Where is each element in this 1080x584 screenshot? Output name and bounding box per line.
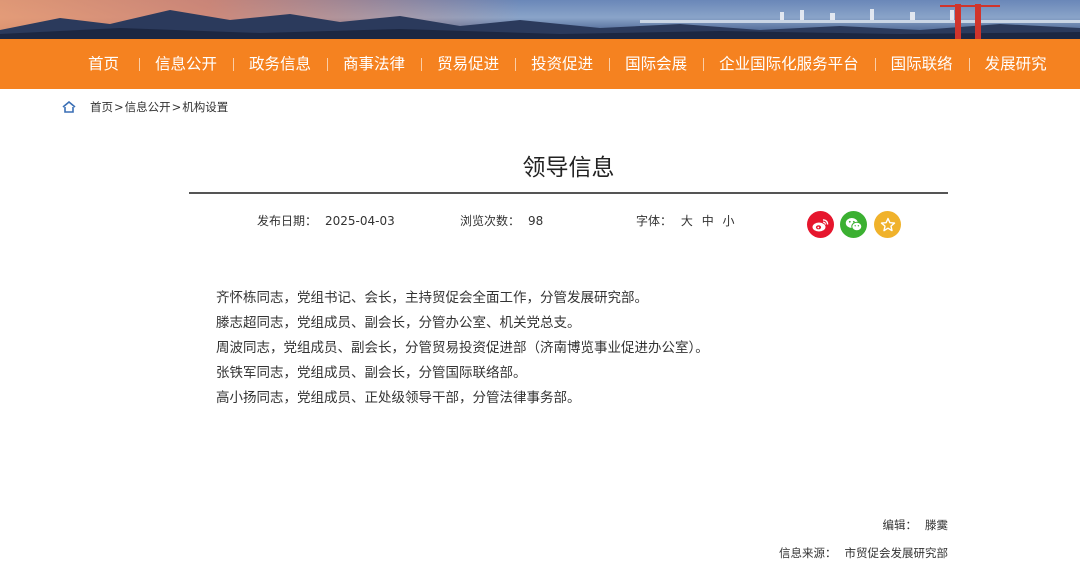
banner-landscape xyxy=(0,4,1080,39)
breadcrumb-separator: > xyxy=(171,100,182,114)
main-nav: 首页 信息公开 政务信息 商事法律 贸易促进 投资促进 国际会展 企业国际化服务… xyxy=(0,39,1080,89)
breadcrumb: 首页 > 信息公开 > 机构设置 xyxy=(62,98,228,116)
nav-item-trade-promotion[interactable]: 贸易促进 xyxy=(421,39,515,89)
publish-date: 发布日期： 2025-04-03 xyxy=(257,212,395,229)
leader-paragraph: 周波同志，党组成员、副会长，分管贸易投资促进部（济南博览事业促进办公室）。 xyxy=(216,340,709,356)
breadcrumb-info-disclosure[interactable]: 信息公开 xyxy=(125,99,171,115)
publish-date-label: 发布日期： xyxy=(257,214,318,228)
title-divider xyxy=(189,192,948,194)
breadcrumb-org-setup[interactable]: 机构设置 xyxy=(182,99,228,115)
wechat-share-button[interactable] xyxy=(840,211,867,238)
breadcrumb-separator: > xyxy=(114,100,124,114)
nav-item-enterprise-platform[interactable]: 企业国际化服务平台 xyxy=(703,39,875,89)
nav-list: 首页 信息公开 政务信息 商事法律 贸易促进 投资促进 国际会展 企业国际化服务… xyxy=(68,39,1063,89)
font-size-label: 字体： xyxy=(636,214,673,228)
leader-paragraph: 张铁军同志，党组成员、副会长，分管国际联络部。 xyxy=(216,365,527,381)
weibo-icon xyxy=(812,218,829,231)
nav-item-home[interactable]: 首页 xyxy=(68,39,139,89)
nav-item-international-liaison[interactable]: 国际联络 xyxy=(874,39,969,89)
font-size-small[interactable]: 小 xyxy=(723,214,735,228)
leader-paragraph: 齐怀栋同志，党组书记、会长，主持贸促会全面工作，分管发展研究部。 xyxy=(216,290,648,306)
editor-label: 编辑： xyxy=(882,518,918,532)
nav-item-development-research[interactable]: 发展研究 xyxy=(968,39,1063,89)
nav-item-government-info[interactable]: 政务信息 xyxy=(233,39,327,89)
editor-name: 滕霙 xyxy=(925,518,948,532)
source-label: 信息来源： xyxy=(779,546,837,560)
favorite-button[interactable] xyxy=(874,211,901,238)
favorite-icon xyxy=(880,217,895,231)
home-icon[interactable] xyxy=(62,101,76,113)
weibo-share-button[interactable] xyxy=(807,211,834,238)
header-banner xyxy=(0,0,1080,39)
leader-paragraph: 滕志超同志，党组成员、副会长，分管办公室、机关党总支。 xyxy=(216,315,581,331)
view-count-label: 浏览次数： xyxy=(460,214,521,228)
nav-item-commercial-law[interactable]: 商事法律 xyxy=(327,39,421,89)
source-info: 信息来源： 市贸促会发展研究部 xyxy=(779,545,948,561)
font-size-large[interactable]: 大 xyxy=(681,214,693,228)
view-count: 浏览次数： 98 xyxy=(460,212,543,229)
article-content: 齐怀栋同志，党组书记、会长，主持贸促会全面工作，分管发展研究部。 滕志超同志，党… xyxy=(216,286,709,411)
page-title: 领导信息 xyxy=(522,155,615,181)
wechat-icon xyxy=(845,218,862,232)
breadcrumb-home[interactable]: 首页 xyxy=(90,99,113,115)
nav-item-investment-promotion[interactable]: 投资促进 xyxy=(515,39,609,89)
publish-date-value: 2025-04-03 xyxy=(325,214,395,228)
leader-paragraph: 高小扬同志，党组成员、正处级领导干部，分管法律事务部。 xyxy=(216,390,581,406)
nav-item-exhibitions[interactable]: 国际会展 xyxy=(609,39,703,89)
nav-item-info-disclosure[interactable]: 信息公开 xyxy=(139,39,233,89)
view-count-value: 98 xyxy=(528,214,544,228)
font-size-medium[interactable]: 中 xyxy=(702,214,714,228)
font-size-control: 字体： 大 中 小 xyxy=(636,212,735,229)
editor-info: 编辑： 滕霙 xyxy=(883,517,949,533)
source-name: 市贸促会发展研究部 xyxy=(844,546,949,560)
